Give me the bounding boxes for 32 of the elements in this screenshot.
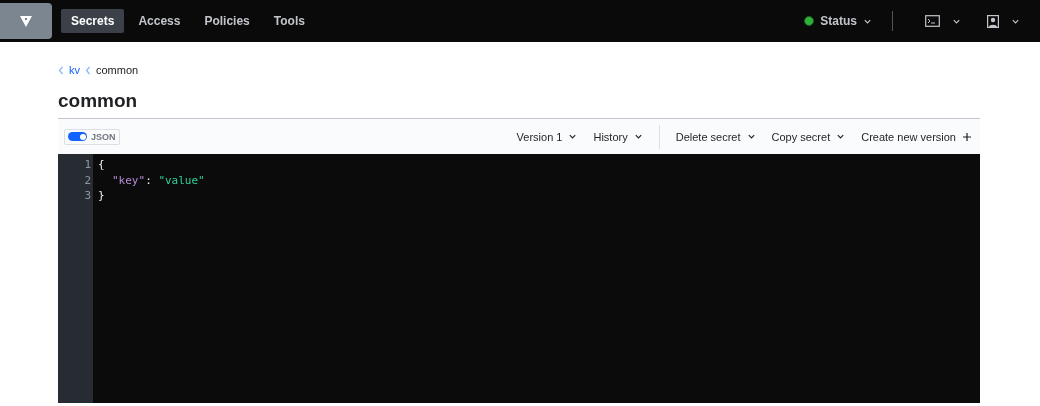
chevron-down-icon xyxy=(836,132,846,141)
create-button[interactable]: Create new version xyxy=(861,130,972,143)
nav-tab[interactable]: Access xyxy=(128,9,191,33)
breadcrumb-link[interactable]: kv xyxy=(69,64,80,76)
code-line: "key": "value" xyxy=(111,172,205,188)
code-line: } xyxy=(98,188,106,204)
chevron-down-icon xyxy=(746,132,756,141)
user-icon xyxy=(987,14,999,28)
dropdown-button[interactable]: History xyxy=(593,130,643,143)
breadcrumb-link[interactable]: common xyxy=(96,64,139,76)
nav-tab[interactable]: Secrets xyxy=(61,9,125,33)
plus-icon xyxy=(962,131,972,142)
chevron-down-icon xyxy=(568,132,578,141)
dropdown-button[interactable]: Delete secret xyxy=(675,130,756,143)
status-menu[interactable]: Status xyxy=(804,14,872,28)
terminal-icon xyxy=(925,15,940,27)
json-toggle[interactable]: JSON xyxy=(64,128,120,145)
chevron-left-icon xyxy=(58,65,64,75)
page-title: common xyxy=(58,90,139,112)
code-line: { xyxy=(98,157,106,173)
logo-icon xyxy=(19,14,33,28)
nav-tab[interactable]: Policies xyxy=(194,9,260,33)
dropdown-button[interactable]: Version 1 xyxy=(516,130,578,143)
line-number: 2 xyxy=(83,172,92,188)
line-number: 1 xyxy=(83,157,92,173)
nav-tab[interactable]: Tools xyxy=(263,9,315,33)
chevron-down-icon xyxy=(633,132,643,141)
code-editor[interactable]: 1 2 3 { "key": "value" } xyxy=(58,154,980,403)
logo-button[interactable] xyxy=(0,3,52,39)
line-number: 3 xyxy=(83,188,92,204)
chevron-left-icon xyxy=(85,65,91,75)
dropdown-button[interactable]: Copy secret xyxy=(771,130,846,143)
